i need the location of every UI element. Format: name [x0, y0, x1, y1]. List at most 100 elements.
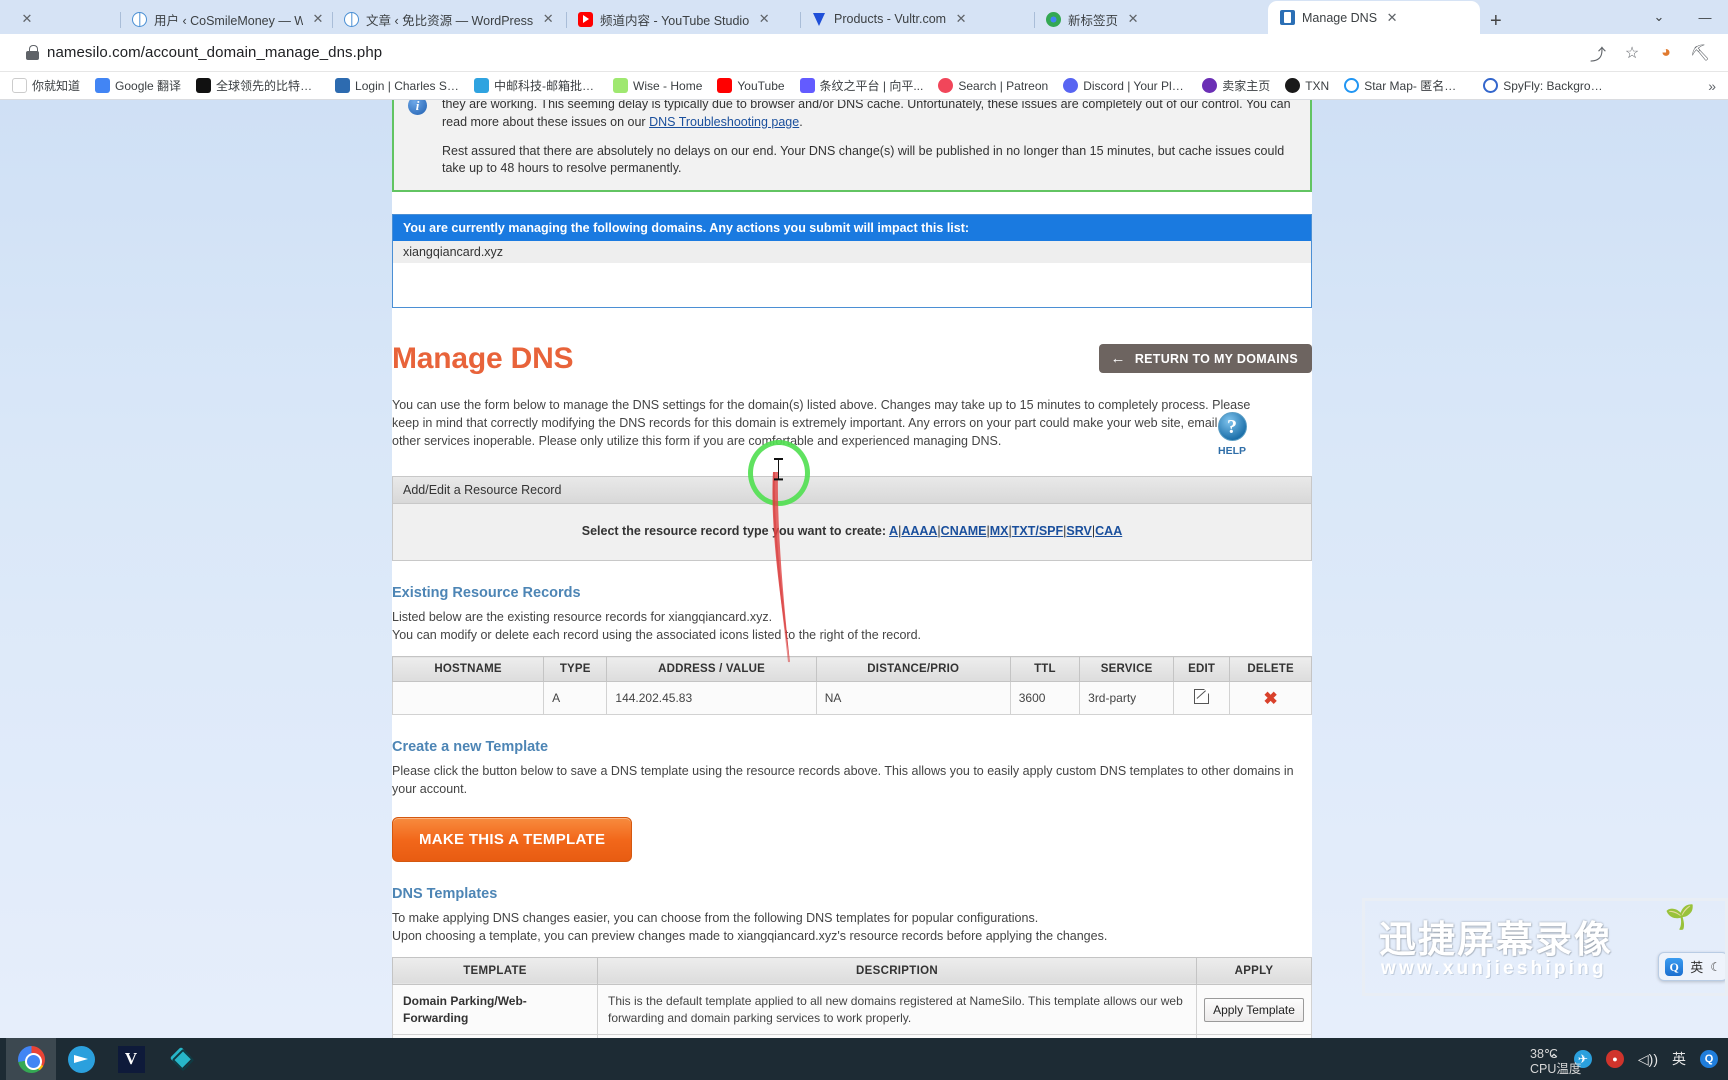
- cell-service: 3rd-party: [1079, 681, 1175, 716]
- dns-templates-line-1: To make applying DNS changes easier, you…: [392, 910, 1039, 925]
- help-button[interactable]: ? HELP: [1204, 412, 1260, 459]
- bookmark-label: Star Map- 匿名矿工: [1364, 79, 1469, 93]
- bookmarks-overflow-button[interactable]: »: [1702, 78, 1722, 94]
- bookmark-favicon-icon: [799, 78, 815, 93]
- close-icon[interactable]: ✕: [756, 11, 772, 27]
- bookmark-favicon-icon: [613, 78, 629, 93]
- cell-edit[interactable]: [1173, 681, 1231, 716]
- address-bar[interactable]: namesilo.com/account_domain_manage_dns.p…: [0, 34, 1728, 72]
- bookmark-item[interactable]: Google 翻译: [89, 75, 187, 96]
- taskbar-item-chrome[interactable]: [6, 1038, 56, 1080]
- create-template-text: Please click the button below to save a …: [392, 764, 1294, 797]
- question-mark-icon: ?: [1217, 412, 1247, 441]
- delete-x-icon[interactable]: ✖: [1263, 690, 1277, 707]
- tab-title: 新标签页: [1068, 13, 1119, 28]
- youtube-icon: [578, 11, 593, 27]
- bookmark-favicon-icon: [1344, 78, 1360, 93]
- dns-troubleshooting-link[interactable]: DNS Troubleshooting page: [649, 115, 799, 129]
- column-template: TEMPLATE: [392, 956, 598, 985]
- bookmark-item[interactable]: 条纹之平台 | 向平...: [794, 75, 930, 96]
- vultr-icon: [812, 12, 827, 27]
- browser-tab[interactable]: 频道内容 - YouTube Studio ✕: [566, 4, 800, 34]
- cell-hostname: [391, 681, 545, 716]
- bookmark-item[interactable]: Wise - Home: [607, 76, 708, 95]
- bookmark-item[interactable]: 全球领先的比特币...: [190, 75, 326, 96]
- notification-tray-icon[interactable]: ●: [1605, 1050, 1624, 1068]
- existing-records-heading: Existing Resource Records: [392, 585, 581, 601]
- tab-search-chevron-icon[interactable]: ⌄: [1636, 2, 1682, 32]
- apply-template-button[interactable]: Apply Template: [1204, 997, 1304, 1022]
- bookmark-label: 条纹之平台 | 向平...: [819, 79, 924, 93]
- record-type-srv[interactable]: SRV: [1066, 524, 1091, 538]
- telegram-icon: [67, 1045, 95, 1073]
- profile-icon[interactable]: ◕: [1656, 43, 1676, 63]
- close-icon[interactable]: ✕: [953, 11, 969, 27]
- managed-domains-header: You are currently managing the following…: [393, 215, 1311, 241]
- record-type-cname[interactable]: CNAME: [941, 524, 987, 538]
- close-icon[interactable]: ✕: [1384, 10, 1400, 26]
- bookmark-item[interactable]: TXN: [1279, 76, 1335, 95]
- notice-text-1-suffix: .: [799, 114, 803, 129]
- bookmark-item[interactable]: 卖家主页: [1196, 75, 1276, 96]
- bookmark-item[interactable]: YouTube: [711, 76, 790, 95]
- close-icon[interactable]: ✕: [1125, 11, 1141, 27]
- bookmark-item[interactable]: Discord | Your Pla...: [1057, 76, 1193, 95]
- column-description: DESCRIPTION: [597, 956, 1197, 985]
- minimize-button[interactable]: —: [1682, 2, 1728, 32]
- bookmark-label: Google 翻译: [115, 79, 182, 93]
- record-type-txt-spf[interactable]: TXT/SPF: [1012, 524, 1063, 538]
- close-icon[interactable]: ✕: [310, 11, 326, 27]
- ime-tray-label[interactable]: 英: [1672, 1049, 1686, 1069]
- qq-tray-icon[interactable]: Q: [1700, 1050, 1718, 1068]
- taskbar-item-cube[interactable]: [156, 1038, 206, 1080]
- cell-type: A: [543, 681, 608, 716]
- column-apply: APPLY: [1196, 956, 1312, 985]
- star-icon[interactable]: ☆: [1622, 43, 1642, 63]
- bookmark-item[interactable]: 中邮科技-邮箱批发...: [468, 75, 604, 96]
- bookmark-label: Search | Patreon: [958, 78, 1049, 93]
- column-ttl: TTL: [1009, 656, 1081, 683]
- table-row: Domain Parking/Web-Forwarding This is th…: [392, 983, 1312, 1036]
- table-header-row: HOSTNAME TYPE ADDRESS / VALUE DISTANCE/P…: [391, 656, 1312, 683]
- return-to-my-domains-button[interactable]: ← RETURN TO MY DOMAINS: [1098, 344, 1312, 373]
- globe-icon: [132, 11, 147, 27]
- extensions-icon[interactable]: ⛏: [1690, 43, 1710, 63]
- bookmark-item[interactable]: 你就知道: [6, 75, 86, 96]
- column-delete: DELETE: [1229, 656, 1312, 683]
- share-icon[interactable]: ⤴: [1588, 43, 1608, 64]
- page-header: Manage DNS ← RETURN TO MY DOMAINS: [392, 342, 1312, 386]
- new-tab-button[interactable]: +: [1480, 11, 1512, 34]
- record-type-aaaa[interactable]: AAAA: [901, 524, 937, 538]
- taskbar-item-telegram[interactable]: [56, 1038, 106, 1080]
- browser-tab[interactable]: 用户 ‹ CoSmileMoney — Wor ✕: [120, 4, 332, 34]
- edit-pencil-icon[interactable]: [1194, 688, 1211, 705]
- chrome-icon: [1046, 11, 1061, 27]
- record-type-a[interactable]: A: [889, 524, 898, 538]
- browser-tab[interactable]: 新标签页 ✕: [1034, 4, 1268, 34]
- browser-tab[interactable]: Products - Vultr.com ✕: [800, 4, 1034, 34]
- bookmark-item[interactable]: Login | Charles Sc...: [329, 76, 465, 95]
- volume-icon[interactable]: ◁)): [1638, 1051, 1658, 1068]
- cpu-temperature-widget: 38℃ CPU温度: [1530, 1047, 1581, 1078]
- browser-tab[interactable]: 文章 ‹ 免比资源 — WordPress ✕: [332, 4, 566, 34]
- bookmark-item[interactable]: Search | Patreon: [932, 76, 1054, 95]
- cell-delete[interactable]: ✖: [1229, 681, 1312, 716]
- bookmark-item[interactable]: Star Map- 匿名矿工: [1338, 75, 1474, 96]
- close-icon[interactable]: ✕: [19, 11, 35, 27]
- cpu-temp-value: 38℃: [1530, 1046, 1558, 1061]
- existing-records-line-1: Listed below are the existing resource r…: [392, 610, 773, 624]
- bookmark-item[interactable]: SpyFly: Backgrou...: [1477, 76, 1613, 95]
- taskbar-item-vultr[interactable]: V: [106, 1038, 156, 1080]
- bookmark-label: YouTube: [737, 78, 785, 93]
- browser-tab[interactable]: ✕: [0, 4, 120, 34]
- globe-icon: [344, 11, 359, 27]
- arrow-left-icon: ←: [1110, 350, 1126, 367]
- make-this-a-template-button[interactable]: MAKE THIS A TEMPLATE: [392, 816, 633, 862]
- browser-tab-active[interactable]: Manage DNS ✕: [1268, 1, 1480, 34]
- record-type-mx[interactable]: MX: [990, 524, 1009, 538]
- youtube-icon: [717, 78, 733, 93]
- bookmark-favicon-icon: [335, 78, 351, 93]
- record-type-caa[interactable]: CAA: [1095, 524, 1122, 538]
- close-icon[interactable]: ✕: [540, 11, 556, 27]
- url-text[interactable]: namesilo.com/account_domain_manage_dns.p…: [47, 44, 382, 61]
